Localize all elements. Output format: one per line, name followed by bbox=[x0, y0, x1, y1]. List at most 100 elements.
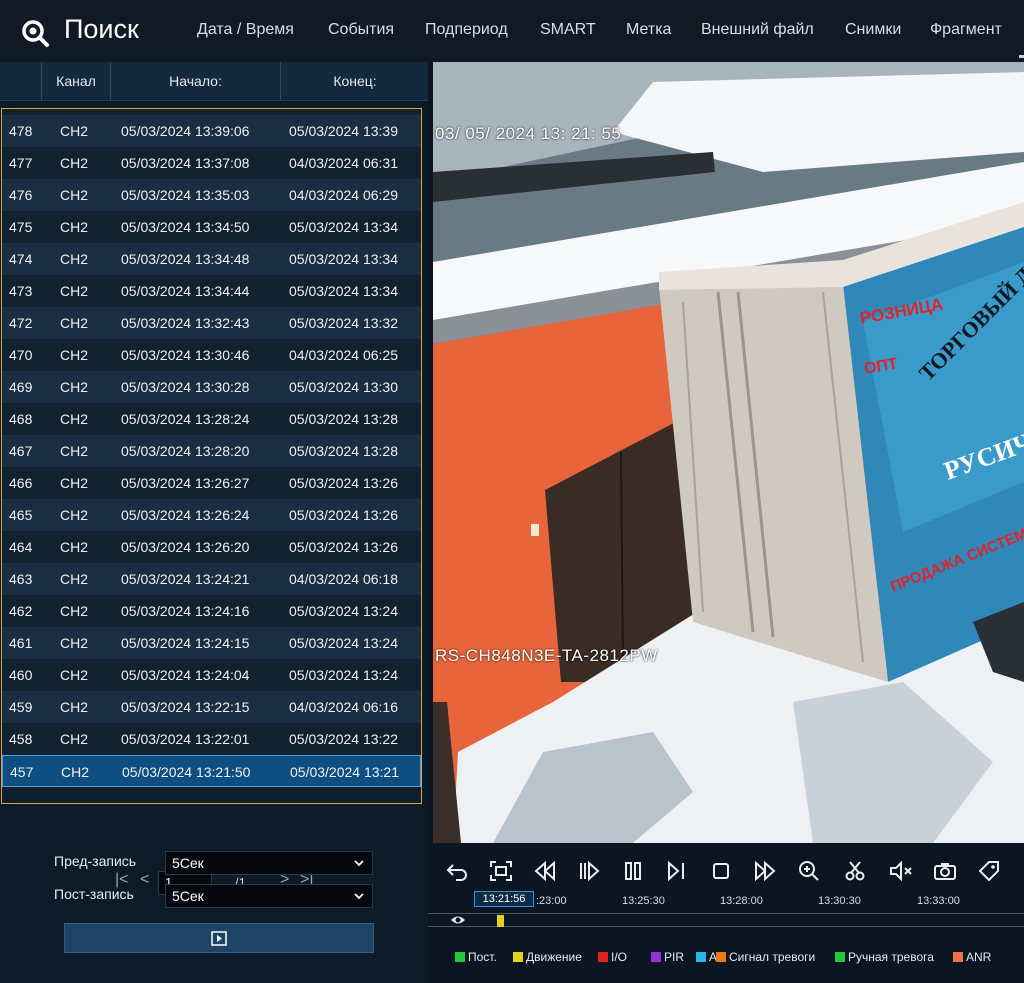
rewind-button[interactable] bbox=[532, 859, 558, 883]
legend-item: I/O bbox=[598, 950, 627, 964]
row-start-time: 05/03/2024 13:28:24 bbox=[121, 411, 250, 427]
row-number: 474 bbox=[9, 251, 33, 267]
table-row[interactable]: 462 CH2 05/03/2024 13:24:16 05/03/2024 13:2… bbox=[2, 595, 421, 627]
table-row[interactable]: 473 CH2 05/03/2024 13:34:44 05/03/2024 13:3… bbox=[2, 275, 421, 307]
table-row[interactable]: 460 CH2 05/03/2024 13:24:04 05/03/2024 13:2… bbox=[2, 659, 421, 691]
table-row[interactable]: 464 CH2 05/03/2024 13:26:20 05/03/2024 13:2… bbox=[2, 531, 421, 563]
legend-label: PIR bbox=[664, 950, 685, 964]
snapshot-icon bbox=[934, 863, 956, 880]
col-header-end[interactable]: Конец: bbox=[280, 62, 429, 100]
timeline-track[interactable] bbox=[428, 913, 1024, 927]
table-row[interactable]: 461 CH2 05/03/2024 13:24:15 05/03/2024 13:2… bbox=[2, 627, 421, 659]
row-end-time: 05/03/2024 13:30 bbox=[289, 379, 398, 395]
row-start-time: 05/03/2024 13:26:27 bbox=[121, 475, 250, 491]
eye-icon[interactable] bbox=[450, 913, 466, 927]
row-end-time: 04/03/2024 06:16 bbox=[289, 699, 398, 715]
mute-button[interactable] bbox=[888, 859, 914, 883]
row-start-time: 05/03/2024 13:28:20 bbox=[121, 443, 250, 459]
row-start-time: 05/03/2024 13:26:20 bbox=[121, 539, 250, 555]
table-row[interactable]: 474 CH2 05/03/2024 13:34:48 05/03/2024 13:3… bbox=[2, 243, 421, 275]
timeline[interactable]: 13:21:56 :23:00 13:25:30 13:28:00 13:30:… bbox=[428, 891, 1024, 933]
row-channel: CH2 bbox=[60, 187, 89, 203]
row-end-time: 04/03/2024 06:18 bbox=[289, 571, 398, 587]
zoom-button[interactable] bbox=[796, 859, 822, 883]
row-start-time: 05/03/2024 13:37:08 bbox=[121, 155, 250, 171]
row-channel: CH2 bbox=[60, 571, 89, 587]
row-end-time: 05/03/2024 13:26 bbox=[289, 539, 398, 555]
timeline-tick: :23:00 bbox=[536, 895, 567, 907]
table-row[interactable]: 470 CH2 05/03/2024 13:30:46 04/03/2024 06:2… bbox=[2, 339, 421, 371]
row-channel: CH2 bbox=[60, 635, 89, 651]
row-number: 461 bbox=[9, 635, 33, 651]
table-row[interactable]: 466 CH2 05/03/2024 13:26:27 05/03/2024 13:2… bbox=[2, 467, 421, 499]
tab-fragment[interactable]: Фрагмент bbox=[930, 21, 1002, 39]
table-row[interactable]: 468 CH2 05/03/2024 13:28:24 05/03/2024 13:2… bbox=[2, 403, 421, 435]
row-start-time: 05/03/2024 13:34:48 bbox=[121, 251, 250, 267]
chevron-down-icon bbox=[354, 893, 364, 900]
row-start-time: 05/03/2024 13:34:44 bbox=[121, 283, 250, 299]
row-start-time: 05/03/2024 13:26:24 bbox=[121, 507, 250, 523]
table-row[interactable]: 472 CH2 05/03/2024 13:32:43 05/03/2024 13:3… bbox=[2, 307, 421, 339]
pre-record-value: 5Сек bbox=[172, 855, 204, 871]
top-bar: Поиск Дата / Время События Подпериод SMA… bbox=[0, 0, 1024, 62]
tab-external-file[interactable]: Внешний файл bbox=[701, 21, 814, 39]
row-end-time: 05/03/2024 13:34 bbox=[289, 251, 398, 267]
table-row[interactable]: 463 CH2 05/03/2024 13:24:21 04/03/2024 06:1… bbox=[2, 563, 421, 595]
col-header-channel[interactable]: Канал bbox=[41, 62, 110, 100]
table-row[interactable]: 475 CH2 05/03/2024 13:34:50 05/03/2024 13:3… bbox=[2, 211, 421, 243]
tab-snapshots[interactable]: Снимки bbox=[845, 21, 901, 39]
back-button[interactable] bbox=[444, 859, 470, 883]
playback-controls: 13:21:56 :23:00 13:25:30 13:28:00 13:30:… bbox=[428, 843, 1024, 983]
table-row[interactable]: 465 CH2 05/03/2024 13:26:24 05/03/2024 13:2… bbox=[2, 499, 421, 531]
tab-date-time[interactable]: Дата / Время bbox=[197, 21, 294, 39]
tag-button[interactable] bbox=[976, 859, 1002, 883]
table-row[interactable]: 459 CH2 05/03/2024 13:22:15 04/03/2024 06:1… bbox=[2, 691, 421, 723]
row-end-time: 04/03/2024 06:29 bbox=[289, 187, 398, 203]
post-record-select[interactable]: 5Сек bbox=[165, 884, 373, 908]
row-number: 466 bbox=[9, 475, 33, 491]
row-end-time: 05/03/2024 13:28 bbox=[289, 411, 398, 427]
table-row[interactable]: 478 CH2 05/03/2024 13:39:06 05/03/2024 13:3… bbox=[2, 115, 421, 147]
table-row[interactable]: 477 CH2 05/03/2024 13:37:08 04/03/2024 06:3… bbox=[2, 147, 421, 179]
step-forward-button[interactable] bbox=[664, 859, 690, 883]
tab-smart[interactable]: SMART bbox=[540, 21, 596, 39]
legend-label: I/O bbox=[611, 950, 628, 964]
fast-forward-button[interactable] bbox=[752, 859, 778, 883]
fullscreen-button[interactable] bbox=[488, 859, 514, 883]
row-end-time: 04/03/2024 06:31 bbox=[289, 155, 398, 171]
row-channel: CH2 bbox=[60, 315, 89, 331]
play-button[interactable] bbox=[64, 923, 374, 953]
prev-page-icon[interactable]: < bbox=[140, 871, 149, 889]
video-player[interactable]: РОЗНИЦА ОПТ ТОРГОВЫЙ Д РУСИЧ ПРОДАЖА СИС… bbox=[433, 62, 1024, 843]
step-back-button[interactable] bbox=[576, 859, 602, 883]
legend-swatch bbox=[716, 952, 726, 962]
legend-item: Движение bbox=[513, 950, 582, 964]
row-end-time: 05/03/2024 13:24 bbox=[289, 603, 398, 619]
row-channel: CH2 bbox=[60, 251, 89, 267]
table-row[interactable]: 467 CH2 05/03/2024 13:28:20 05/03/2024 13:2… bbox=[2, 435, 421, 467]
motion-event-marker[interactable] bbox=[497, 915, 504, 927]
pause-button[interactable] bbox=[620, 859, 646, 883]
tab-events[interactable]: События bbox=[328, 21, 394, 39]
legend-item: Сигнал тревоги bbox=[716, 950, 815, 964]
page-title: Поиск bbox=[64, 14, 139, 44]
snapshot-button[interactable] bbox=[932, 859, 958, 883]
table-row[interactable]: 476 CH2 05/03/2024 13:35:03 04/03/2024 06:2… bbox=[2, 179, 421, 211]
record-list[interactable]: 478 CH2 05/03/2024 13:39:06 05/03/2024 13:3… bbox=[1, 108, 422, 804]
col-header-start[interactable]: Начало: bbox=[110, 62, 280, 100]
row-end-time: 05/03/2024 13:34 bbox=[289, 283, 398, 299]
step-back-icon bbox=[580, 860, 600, 882]
cut-button[interactable] bbox=[842, 859, 868, 883]
legend-label: Движение bbox=[526, 950, 582, 964]
tab-tag[interactable]: Метка bbox=[626, 21, 671, 39]
video-timestamp: 03/ 05/ 2024 13: 21: 55 bbox=[435, 124, 622, 143]
search-icon bbox=[22, 20, 49, 47]
stop-button[interactable] bbox=[708, 859, 734, 883]
table-row[interactable]: 458 CH2 05/03/2024 13:22:01 05/03/2024 13:2… bbox=[2, 723, 421, 755]
tab-subperiod[interactable]: Подпериод bbox=[425, 21, 508, 39]
table-row[interactable]: 469 CH2 05/03/2024 13:30:28 05/03/2024 13:3… bbox=[2, 371, 421, 403]
table-row-selected[interactable]: 457 CH2 05/03/2024 13:21:50 05/03/2024 13:2… bbox=[2, 755, 421, 787]
row-number: 462 bbox=[9, 603, 33, 619]
current-time: 13:21:56 bbox=[474, 891, 534, 907]
pre-record-select[interactable]: 5Сек bbox=[165, 851, 373, 875]
